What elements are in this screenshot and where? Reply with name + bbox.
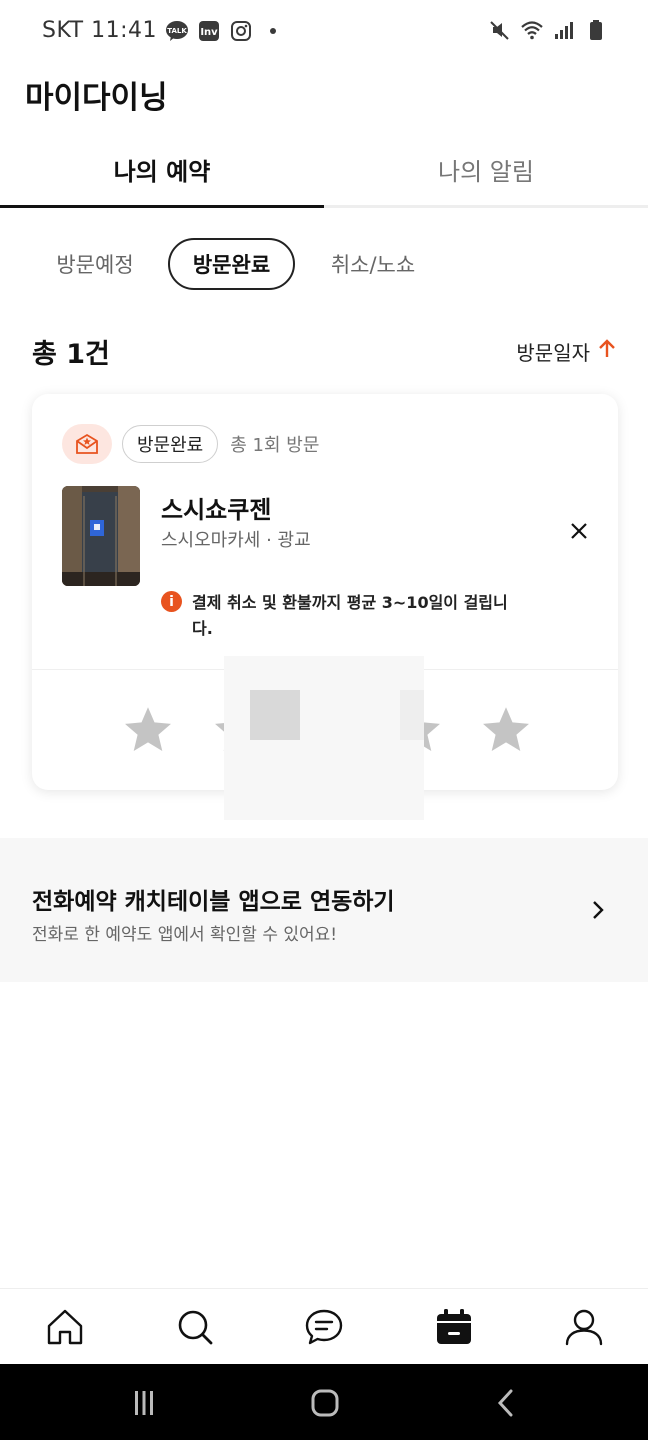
status-badge: 방문완료 bbox=[122, 425, 219, 463]
link-banner-subtitle: 전화로 한 예약도 앱에서 확인할 수 있어요! bbox=[32, 925, 338, 945]
link-banner-title: 전화예약 캐치테이블 앱으로 연동하기 bbox=[32, 889, 395, 915]
calendar-icon[interactable] bbox=[434, 1307, 474, 1347]
talk-icon: TALK bbox=[165, 19, 189, 43]
page-title: 마이다이닝 bbox=[25, 80, 168, 116]
back-icon[interactable] bbox=[487, 1386, 527, 1420]
refund-notice-line2: 다. bbox=[192, 619, 213, 638]
search-icon[interactable] bbox=[175, 1307, 215, 1347]
chevron-right-icon bbox=[588, 898, 608, 922]
loading-placeholder bbox=[250, 690, 300, 740]
visit-count: 총 1회 방문 bbox=[230, 435, 320, 456]
restaurant-category-location: 스시오마카세 · 광교 bbox=[161, 530, 311, 551]
top-tabs: 나의 예약 나의 알림 bbox=[0, 130, 648, 208]
close-icon[interactable] bbox=[568, 520, 590, 542]
status-left: SKT 11:41 TALK Inv bbox=[42, 18, 285, 43]
instagram-icon bbox=[229, 19, 253, 43]
inv-icon: Inv bbox=[197, 19, 221, 43]
dot-icon bbox=[261, 19, 285, 43]
card-header: 방문완료 총 1회 방문 bbox=[62, 424, 319, 464]
refund-notice-line1: 결제 취소 및 환불까지 평균 3~10일이 걸립니 bbox=[192, 593, 508, 612]
recent-apps-icon[interactable] bbox=[124, 1386, 164, 1420]
system-nav-bar bbox=[0, 1364, 648, 1440]
carrier-time: SKT 11:41 bbox=[42, 18, 158, 43]
inv-icon-label: Inv bbox=[200, 27, 218, 38]
status-filters: 방문예정 방문완료 취소/노쇼 bbox=[0, 238, 648, 290]
tab-my-reservations[interactable]: 나의 예약 bbox=[0, 130, 324, 208]
filter-cancelled[interactable]: 취소/노쇼 bbox=[318, 238, 428, 290]
sort-button[interactable]: 방문일자 bbox=[516, 337, 616, 366]
total-count: 총 1건 bbox=[32, 339, 110, 370]
home-button-icon[interactable] bbox=[305, 1386, 345, 1420]
talk-icon-label: TALK bbox=[167, 27, 187, 35]
mute-icon bbox=[488, 18, 512, 42]
battery-icon bbox=[584, 18, 608, 42]
restaurant-name[interactable]: 스시쇼쿠젠 bbox=[161, 490, 271, 525]
wifi-icon bbox=[520, 18, 544, 42]
bottom-nav bbox=[0, 1288, 648, 1364]
loading-placeholder bbox=[400, 690, 424, 740]
home-icon[interactable] bbox=[45, 1307, 85, 1347]
phone-reservation-link-banner[interactable]: 전화예약 캐치테이블 앱으로 연동하기 전화로 한 예약도 앱에서 확인할 수 … bbox=[0, 838, 648, 982]
arrow-up-icon bbox=[598, 339, 616, 364]
chat-icon[interactable] bbox=[304, 1307, 344, 1347]
signal-icon bbox=[552, 18, 576, 42]
star-icon[interactable] bbox=[480, 704, 532, 756]
filter-upcoming[interactable]: 방문예정 bbox=[40, 238, 150, 290]
mail-star-icon bbox=[62, 424, 112, 464]
star-icon[interactable] bbox=[122, 704, 174, 756]
refund-notice: i 결제 취소 및 환불까지 평균 3~10일이 걸립니 다. bbox=[161, 590, 521, 642]
sort-label: 방문일자 bbox=[516, 341, 590, 365]
tab-my-notifications[interactable]: 나의 알림 bbox=[324, 130, 648, 208]
restaurant-thumbnail[interactable] bbox=[62, 486, 140, 586]
filter-visited[interactable]: 방문완료 bbox=[168, 238, 295, 290]
info-icon: i bbox=[161, 591, 182, 612]
profile-icon[interactable] bbox=[564, 1307, 604, 1347]
status-right bbox=[488, 18, 608, 42]
status-bar: SKT 11:41 TALK Inv bbox=[0, 0, 648, 64]
active-tab-indicator bbox=[0, 205, 324, 208]
refund-notice-text: 결제 취소 및 환불까지 평균 3~10일이 걸립니 다. bbox=[192, 590, 508, 642]
